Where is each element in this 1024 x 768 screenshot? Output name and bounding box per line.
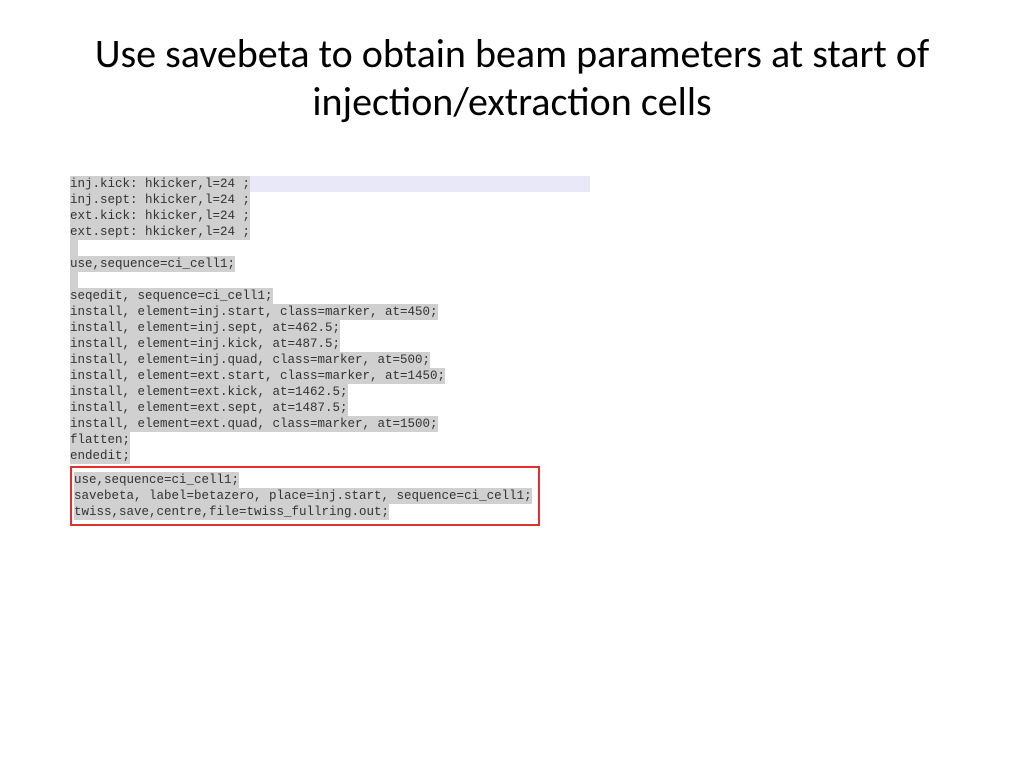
code-line	[70, 272, 78, 288]
code-line: ext.kick: hkicker,l=24 ;	[70, 208, 250, 224]
code-line: install, element=inj.sept, at=462.5;	[70, 320, 340, 336]
code-line: install, element=ext.kick, at=1462.5;	[70, 384, 348, 400]
highlighted-code-box: use,sequence=ci_cell1; savebeta, label=b…	[70, 466, 540, 526]
code-line: ext.sept: hkicker,l=24 ;	[70, 224, 250, 240]
code-line: use,sequence=ci_cell1;	[70, 256, 235, 272]
code-line: inj.sept: hkicker,l=24 ;	[70, 192, 250, 208]
code-block: inj.kick: hkicker,l=24 ; inj.sept: hkick…	[70, 176, 934, 526]
slide-title: Use savebeta to obtain beam parameters a…	[90, 30, 934, 126]
code-line: install, element=ext.start, class=marker…	[70, 368, 445, 384]
code-line: seqedit, sequence=ci_cell1;	[70, 288, 273, 304]
code-line: endedit;	[70, 448, 130, 464]
code-line: inj.kick: hkicker,l=24 ;	[70, 176, 250, 192]
code-line: install, element=ext.sept, at=1487.5;	[70, 400, 348, 416]
code-line	[70, 240, 78, 256]
code-line: install, element=inj.kick, at=487.5;	[70, 336, 340, 352]
code-line: install, element=inj.start, class=marker…	[70, 304, 438, 320]
code-line: install, element=ext.quad, class=marker,…	[70, 416, 438, 432]
code-line: savebeta, label=betazero, place=inj.star…	[74, 488, 532, 504]
slide-container: Use savebeta to obtain beam parameters a…	[0, 0, 1024, 768]
code-line: flatten;	[70, 432, 130, 448]
code-line: install, element=inj.quad, class=marker,…	[70, 352, 430, 368]
code-line: use,sequence=ci_cell1;	[74, 472, 239, 488]
code-line: twiss,save,centre,file=twiss_fullring.ou…	[74, 504, 389, 520]
